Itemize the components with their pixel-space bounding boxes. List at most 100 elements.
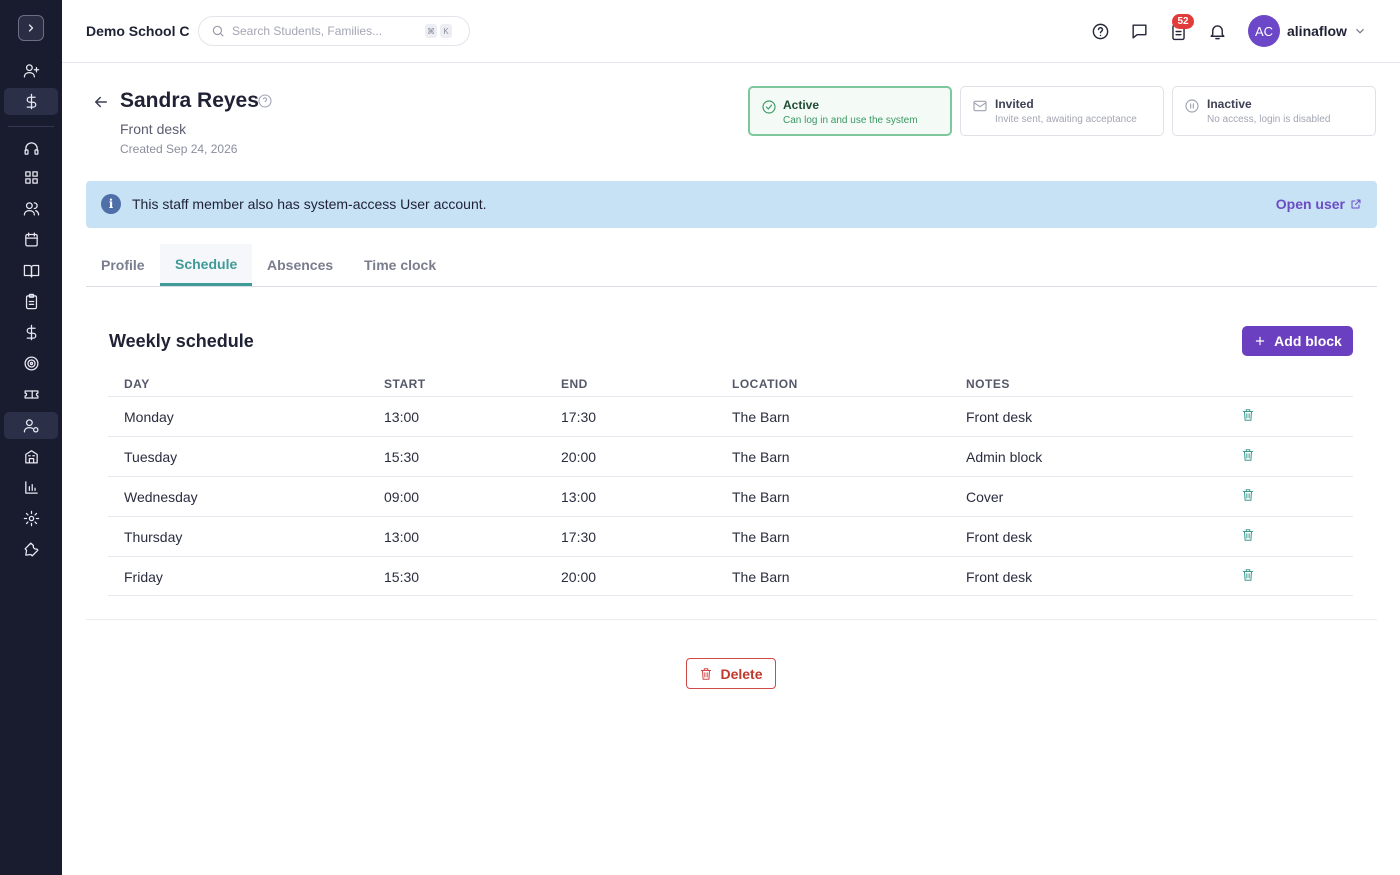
status-option-active[interactable]: Active Can log in and use the system <box>748 86 952 136</box>
user-menu-toggle[interactable] <box>1353 24 1367 41</box>
bell-icon <box>1209 24 1225 39</box>
cell-end: 20:00 <box>561 569 597 585</box>
plus-icon <box>1256 336 1265 346</box>
tab-schedule[interactable]: Schedule <box>160 244 253 286</box>
trash-icon <box>1242 489 1254 501</box>
delete-label: Delete <box>720 665 763 682</box>
sidebar-item-payments[interactable] <box>4 319 58 346</box>
trash-icon <box>1242 409 1254 421</box>
trash-icon <box>1242 569 1254 581</box>
notifications-button[interactable] <box>1207 21 1227 41</box>
username[interactable]: alinaflow <box>1287 23 1347 39</box>
target-icon <box>23 356 39 371</box>
delete-row-button[interactable] <box>1241 488 1255 505</box>
add-block-button[interactable]: Add block <box>1242 326 1353 356</box>
search-input[interactable] <box>232 24 422 38</box>
sidebar-item-support[interactable] <box>4 135 58 162</box>
info-banner: i This staff member also has system-acce… <box>86 181 1377 228</box>
status-option-description: No access, login is disabled <box>1207 114 1331 125</box>
status-option-description: Can log in and use the system <box>783 115 918 126</box>
cell-start: 09:00 <box>384 489 420 505</box>
trash-icon <box>701 667 712 680</box>
staff-role: Front desk <box>120 121 187 137</box>
trash-icon <box>1242 449 1254 461</box>
open-user-link[interactable]: Open user <box>1276 196 1362 212</box>
cell-notes: Admin block <box>966 449 1043 465</box>
cell-location: The Barn <box>732 449 790 465</box>
delete-staff-button[interactable]: Delete <box>686 658 776 689</box>
cell-notes: Front desk <box>966 569 1033 585</box>
arrow-left-icon <box>95 96 107 108</box>
table-row: Monday 13:00 17:30 The Barn Front desk <box>108 396 1353 436</box>
sidebar-item-tasks[interactable] <box>4 288 58 315</box>
sidebar-item-dashboard[interactable] <box>4 164 58 191</box>
tab-absences[interactable]: Absences <box>252 244 348 286</box>
cell-notes: Front desk <box>966 409 1033 425</box>
sidebar-item-billing[interactable] <box>4 88 58 115</box>
delete-row-button[interactable] <box>1241 528 1255 545</box>
calendar-icon <box>24 232 38 247</box>
pause-circle-icon <box>1184 98 1200 117</box>
status-option-inactive[interactable]: Inactive No access, login is disabled <box>1172 86 1376 136</box>
created-date: Created Sep 24, 2026 <box>120 142 238 156</box>
search-box[interactable]: ⌘ K <box>198 16 470 46</box>
sidebar-item-tickets[interactable] <box>4 381 58 408</box>
table-row: Tuesday 15:30 20:00 The Barn Admin block <box>108 436 1353 476</box>
name-help-button[interactable] <box>257 93 273 112</box>
chart-icon <box>24 481 38 494</box>
gear-icon <box>23 510 39 527</box>
headset-icon <box>23 142 39 155</box>
messages-button[interactable] <box>1129 21 1149 41</box>
back-button[interactable] <box>92 93 110 114</box>
help-button[interactable] <box>1090 21 1110 41</box>
cell-day: Monday <box>124 409 174 425</box>
sidebar-item-add-user[interactable] <box>4 57 58 84</box>
top-bar: Demo School C ⌘ K 52 AC alinaflow <box>62 0 1400 63</box>
sidebar-item-settings[interactable] <box>4 505 58 532</box>
cell-location: The Barn <box>732 529 790 545</box>
delete-row-button[interactable] <box>1241 448 1255 465</box>
table-row: Friday 15:30 20:00 The Barn Front desk <box>108 556 1353 596</box>
clipboard-icon <box>25 293 37 310</box>
check-circle-icon <box>761 99 777 118</box>
section-divider <box>86 619 1377 620</box>
school-name: Demo School C <box>86 23 190 39</box>
sidebar-item-locations[interactable] <box>4 443 58 470</box>
add-block-label: Add block <box>1274 333 1342 349</box>
status-option-invited[interactable]: Invited Invite sent, awaiting acceptance <box>960 86 1164 136</box>
status-option-title: Active <box>783 98 820 112</box>
mail-icon <box>972 98 988 117</box>
sidebar-item-staff[interactable] <box>4 412 58 439</box>
search-icon <box>212 25 224 37</box>
ticket-icon <box>23 390 39 399</box>
dollar-icon <box>26 93 36 110</box>
avatar[interactable]: AC <box>1248 15 1280 47</box>
help-circle-icon <box>258 94 272 108</box>
sidebar-expand-button[interactable] <box>18 15 44 41</box>
cell-end: 13:00 <box>561 489 597 505</box>
tab-time-clock[interactable]: Time clock <box>349 244 451 286</box>
section-title: Weekly schedule <box>109 331 254 351</box>
sidebar-item-tools[interactable] <box>4 536 58 563</box>
delete-row-button[interactable] <box>1241 408 1255 425</box>
cell-end: 17:30 <box>561 529 597 545</box>
shortcut-key-k: K <box>440 24 452 38</box>
sidebar-item-reports[interactable] <box>4 474 58 501</box>
delete-row-button[interactable] <box>1241 568 1255 585</box>
cell-day: Friday <box>124 569 163 585</box>
tab-profile[interactable]: Profile <box>86 244 160 286</box>
page-title: Sandra Reyes <box>120 89 259 112</box>
cell-notes: Front desk <box>966 529 1033 545</box>
column-header-location: LOCATION <box>732 377 798 391</box>
table-row: Wednesday 09:00 13:00 The Barn Cover <box>108 476 1353 516</box>
chevron-down-icon <box>1356 28 1364 34</box>
column-header-start: START <box>384 377 426 391</box>
trash-icon <box>1242 529 1254 541</box>
sidebar-item-calendar[interactable] <box>4 226 58 253</box>
sidebar-item-courses[interactable] <box>4 257 58 284</box>
cell-notes: Cover <box>966 489 1004 505</box>
sidebar-item-goals[interactable] <box>4 350 58 377</box>
sidebar-item-people[interactable] <box>4 195 58 222</box>
table-row: Thursday 13:00 17:30 The Barn Front desk <box>108 516 1353 556</box>
table-divider <box>108 595 1353 596</box>
